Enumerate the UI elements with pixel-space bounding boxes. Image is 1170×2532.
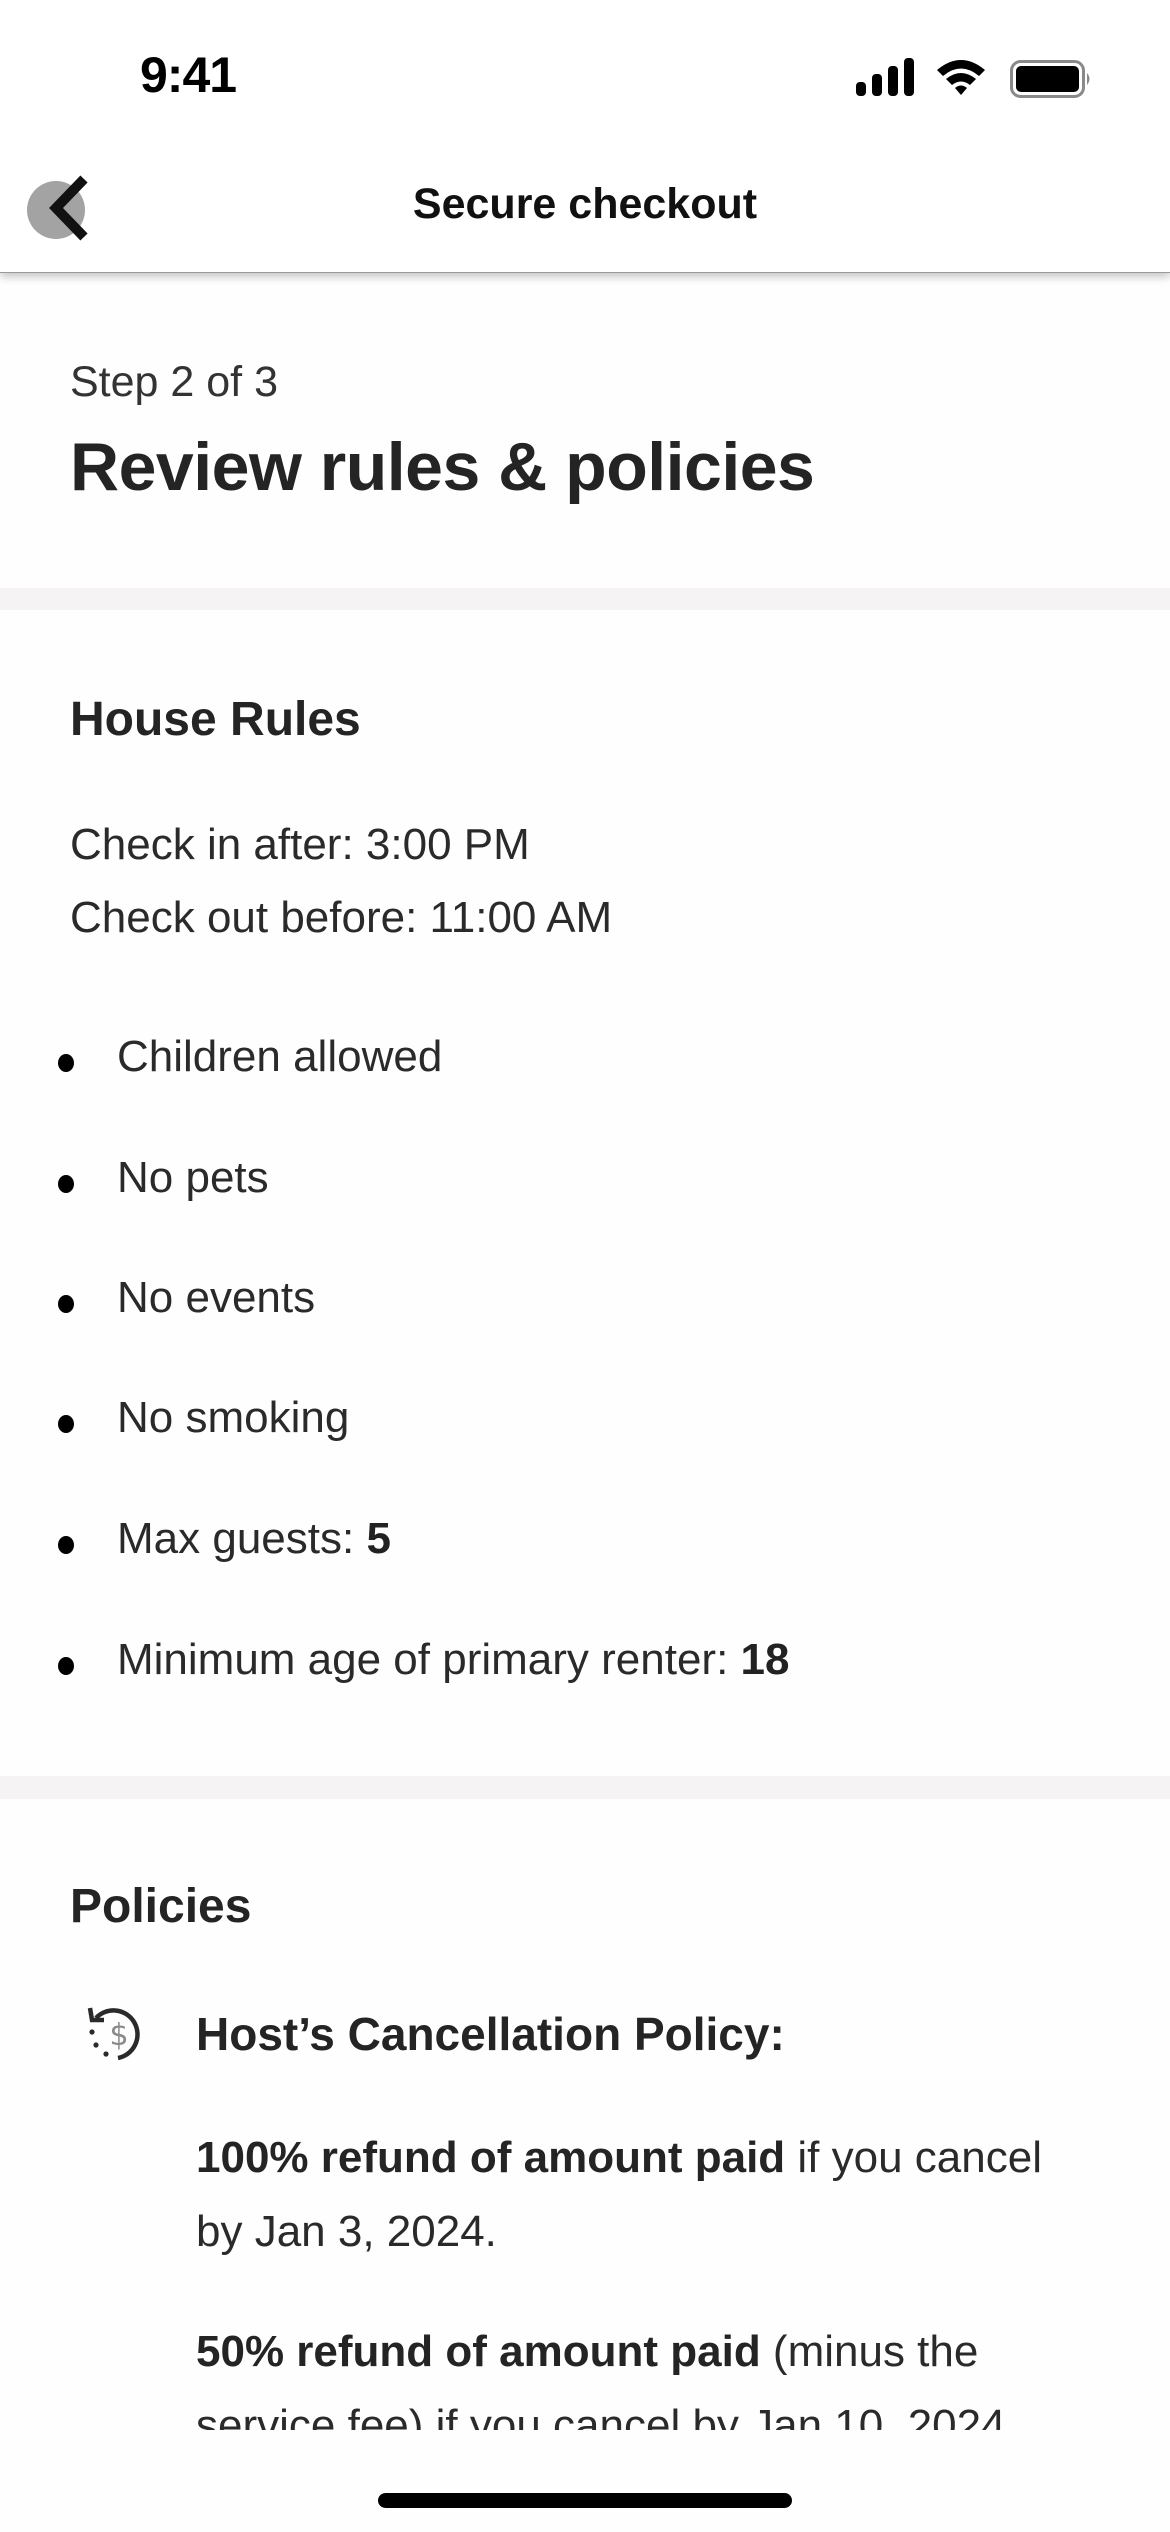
rule-value: 5 bbox=[366, 1514, 391, 1563]
refund-tier-amount: 100% refund of amount paid bbox=[196, 2133, 786, 2182]
wifi-icon bbox=[937, 60, 985, 95]
house-rules-title: House Rules bbox=[70, 693, 361, 746]
page-header-title: Secure checkout bbox=[412, 180, 758, 228]
bullet-icon bbox=[58, 1415, 74, 1433]
refund-clock-dollar-icon: $ bbox=[87, 2007, 140, 2061]
bullet-icon bbox=[58, 1054, 74, 1072]
rule-item: No smoking bbox=[58, 1393, 1058, 1453]
rule-text: No smoking bbox=[117, 1393, 350, 1442]
rule-item: Children allowed bbox=[58, 1032, 1058, 1092]
rule-item: Minimum age of primary renter: 18 bbox=[58, 1635, 1058, 1695]
rule-value: 18 bbox=[740, 1635, 790, 1684]
rule-item: No pets bbox=[58, 1153, 1058, 1213]
section-divider bbox=[0, 1776, 1170, 1799]
bullet-icon bbox=[58, 1657, 74, 1675]
rule-text: Minimum age of primary renter: bbox=[117, 1635, 741, 1684]
refund-tier-1: 100% refund of amount paid if you cancel… bbox=[196, 2121, 1096, 2269]
rule-text: No events bbox=[117, 1273, 316, 1322]
status-time: 9:41 bbox=[140, 47, 237, 103]
home-indicator[interactable] bbox=[378, 2493, 792, 2508]
bullet-icon bbox=[58, 1536, 74, 1554]
rule-item: Max guests: 5 bbox=[58, 1514, 1058, 1574]
nav-header: 9:41 Secure checkout bbox=[0, 0, 1170, 273]
svg-text:$: $ bbox=[109, 2018, 128, 2053]
rule-item: No events bbox=[58, 1273, 1058, 1333]
bullet-icon bbox=[58, 1175, 74, 1193]
rule-text: No pets bbox=[117, 1153, 269, 1202]
policies-title: Policies bbox=[70, 1880, 252, 1933]
check-out-time: Check out before: 11:00 AM bbox=[70, 893, 613, 942]
rule-text: Max guests: bbox=[117, 1514, 367, 1563]
page-title: Review rules & policies bbox=[70, 429, 815, 505]
step-indicator: Step 2 of 3 bbox=[70, 358, 278, 406]
refund-tier-amount: 50% refund of amount paid bbox=[196, 2327, 761, 2376]
scroll-clip: 50% refund of amount paid (minus the ser… bbox=[0, 2280, 1170, 2430]
refund-tier-2: 50% refund of amount paid (minus the ser… bbox=[196, 2315, 1096, 2430]
check-in-time: Check in after: 3:00 PM bbox=[70, 820, 530, 869]
cancellation-policy-heading: Host’s Cancellation Policy: bbox=[196, 2008, 785, 2060]
battery-icon bbox=[1010, 60, 1090, 98]
cellular-signal-icon bbox=[856, 58, 914, 96]
section-divider bbox=[0, 588, 1170, 610]
bullet-icon bbox=[58, 1295, 74, 1313]
rule-text: Children allowed bbox=[117, 1032, 443, 1081]
